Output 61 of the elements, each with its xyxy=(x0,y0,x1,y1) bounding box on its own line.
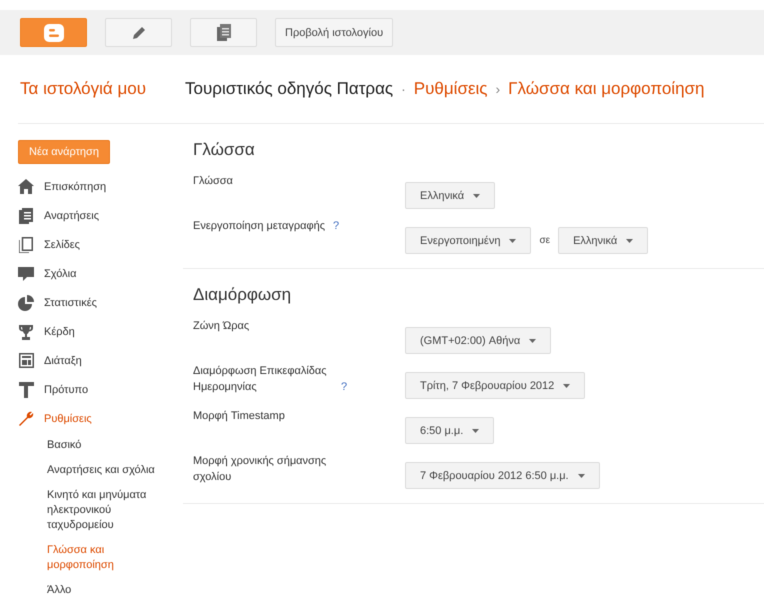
blogger-logo-icon xyxy=(44,24,64,42)
pages-icon xyxy=(19,236,33,252)
dropdown[interactable]: Ελληνικά xyxy=(405,182,496,209)
caret-icon xyxy=(473,194,480,198)
dropdown[interactable]: Ελληνικά xyxy=(558,227,648,254)
sidebar-item[interactable]: Πρότυπο xyxy=(18,375,165,404)
pages-button[interactable] xyxy=(190,18,257,47)
breadcrumb-link[interactable]: Ρυθμίσεις xyxy=(414,79,488,99)
help-link[interactable]: ? xyxy=(341,380,348,396)
dropdown[interactable]: 6:50 μ.μ. xyxy=(405,417,494,444)
breadcrumb-link[interactable]: Γλώσσα και μορφοποίηση xyxy=(508,79,704,99)
blog-title: Τουριστικός οδηγός Πατρας xyxy=(185,79,394,99)
caret-icon xyxy=(626,238,634,242)
my-blogs-link[interactable]: Τα ιστολόγιά μου xyxy=(20,79,185,99)
paint-roller-icon xyxy=(18,382,34,398)
edit-post-button[interactable] xyxy=(105,18,172,47)
speech-bubble-icon xyxy=(18,266,34,282)
pencil-icon xyxy=(130,24,146,40)
home-icon xyxy=(18,179,34,194)
pie-chart-icon xyxy=(18,294,34,310)
setting-label: Μορφή Timestamp xyxy=(193,409,285,424)
dropdown[interactable]: 7 Φεβρουαρίου 2012 6:50 μ.μ. xyxy=(405,462,600,489)
sidebar-item[interactable]: Σχόλια xyxy=(18,259,165,288)
sidebar-item[interactable]: Στατιστικές xyxy=(18,288,165,317)
sidebar-subitem[interactable]: Βασικό xyxy=(18,433,172,458)
trophy-icon xyxy=(18,324,34,340)
sidebar-item[interactable]: Επισκόπηση xyxy=(18,172,165,201)
sidebar-item[interactable]: Ρυθμίσεις xyxy=(18,404,165,433)
help-link[interactable]: ? xyxy=(333,219,340,235)
section-heading: Γλώσσα xyxy=(193,140,256,160)
caret-icon xyxy=(472,428,480,432)
view-blog-button[interactable]: Προβολή ιστολογίου xyxy=(275,18,394,47)
sidebar-item[interactable]: Κέρδη xyxy=(18,317,165,346)
documents-icon xyxy=(216,24,230,41)
sidebar-subitem[interactable]: Γλώσσα και μορφοποίηση xyxy=(18,538,172,578)
sidebar-item[interactable]: Σελίδες xyxy=(18,230,165,259)
sidebar-subitem[interactable]: Κινητό και μηνύματα ηλεκτρονικού ταχυδρομείου xyxy=(18,483,172,538)
breadcrumb-separator: › xyxy=(496,81,500,97)
caret-icon xyxy=(509,238,516,242)
caret-icon xyxy=(563,384,570,388)
blogger-logo-button[interactable] xyxy=(20,18,87,47)
caret-icon xyxy=(578,474,585,478)
wrench-icon xyxy=(18,410,34,426)
breadcrumb-separator: · xyxy=(401,81,406,97)
sidebar-item[interactable]: Αναρτήσεις xyxy=(18,201,165,230)
setting-label: Γλώσσα xyxy=(193,174,233,189)
layout-icon xyxy=(18,353,34,368)
setting-label: Διαμόρφωση Επικεφαλίδας Ημερομηνίας xyxy=(193,364,328,395)
dropdown[interactable]: Ενεργοποιημένη xyxy=(405,227,532,254)
setting-label: Ζώνη Ώρας xyxy=(193,319,250,334)
sidebar-subitem[interactable]: Αναρτήσεις και σχόλια xyxy=(18,458,172,483)
sidebar-subitem[interactable]: Άλλο xyxy=(18,578,172,603)
section-heading: Διαμόρφωση xyxy=(193,285,292,305)
connector-text: σε xyxy=(538,235,552,246)
document-icon xyxy=(19,208,33,224)
setting-label: Μορφή χρονικής σήμανσης σχολίου xyxy=(193,454,328,485)
setting-label: Ενεργοποίηση μεταγραφής xyxy=(193,219,325,234)
dropdown[interactable]: Τρίτη, 7 Φεβρουαρίου 2012 xyxy=(405,372,586,399)
caret-icon xyxy=(529,338,536,342)
sidebar-item[interactable]: Διάταξη xyxy=(18,346,165,375)
dropdown[interactable]: (GMT+02:00) Αθήνα xyxy=(405,327,552,354)
